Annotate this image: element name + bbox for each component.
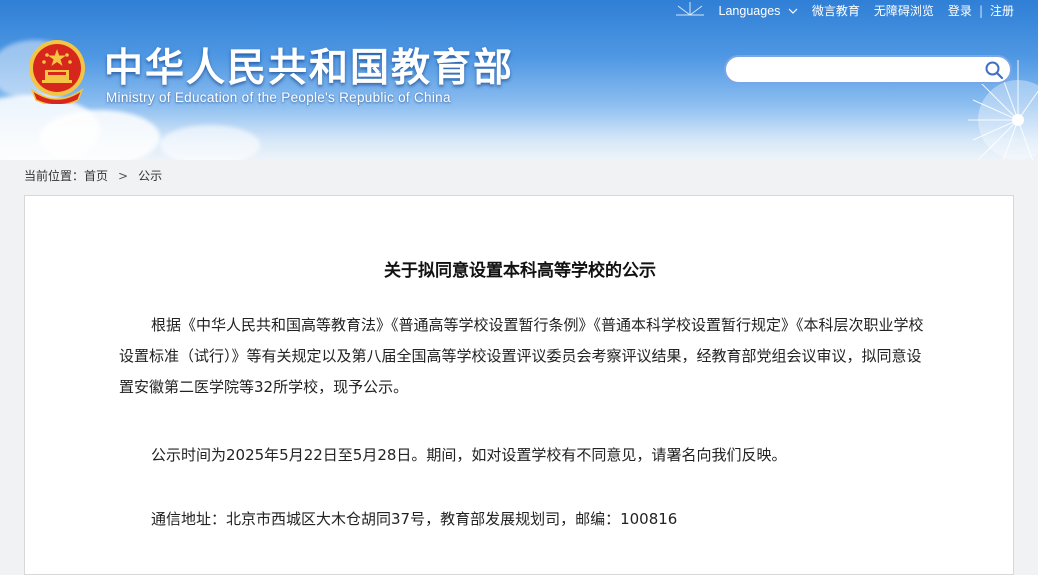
search-box (724, 55, 1012, 84)
dandelion-seed-decoration (676, 2, 704, 16)
article-paragraph: 根据《中华人民共和国高等教育法》《普通高等学校设置暂行条例》《普通本科学校设置暂… (119, 316, 924, 396)
link-separator: | (978, 3, 983, 18)
chevron-down-icon (788, 8, 798, 14)
article-paragraph: 通信地址：北京市西城区大木仓胡同37号，教育部发展规划司，邮编：100816 (151, 510, 678, 528)
search-input[interactable] (738, 57, 982, 84)
site-title-en[interactable]: Ministry of Education of the People's Re… (106, 90, 451, 105)
top-links-bar: Languages 微言教育 无障碍浏览 登录 | 注册 (712, 2, 1014, 19)
site-title-cn[interactable]: 中华人民共和国教育部 (104, 37, 514, 93)
languages-label: Languages (718, 3, 781, 18)
chevron-right-icon: > (118, 169, 129, 183)
weibo-link[interactable]: 微言教育 (805, 2, 867, 19)
national-emblem-icon[interactable] (26, 38, 88, 104)
breadcrumb-home-link[interactable]: 首页 (84, 169, 108, 183)
article-paragraph: 公示时间为2025年5月22日至5月28日。期间，如对设置学校有不同意见，请署名… (151, 446, 787, 464)
login-link[interactable]: 登录 (941, 2, 979, 19)
register-link[interactable]: 注册 (983, 2, 1014, 19)
site-header: Languages 微言教育 无障碍浏览 登录 | 注册 中华人民共和国教育部 … (0, 0, 1038, 160)
breadcrumb-current-link[interactable]: 公示 (138, 169, 162, 183)
accessibility-link[interactable]: 无障碍浏览 (867, 2, 941, 19)
cloud-decoration (40, 110, 160, 160)
article-card: 关于拟同意设置本科高等学校的公示 根据《中华人民共和国高等教育法》《普通高等学校… (24, 195, 1014, 575)
article-title: 关于拟同意设置本科高等学校的公示 (384, 261, 656, 281)
cloud-decoration (160, 125, 260, 160)
breadcrumb: 当前位置：首页 > 公示 (24, 167, 162, 184)
search-icon[interactable] (984, 60, 1004, 80)
breadcrumb-prefix: 当前位置： (24, 169, 85, 183)
languages-link[interactable]: Languages (712, 4, 805, 18)
